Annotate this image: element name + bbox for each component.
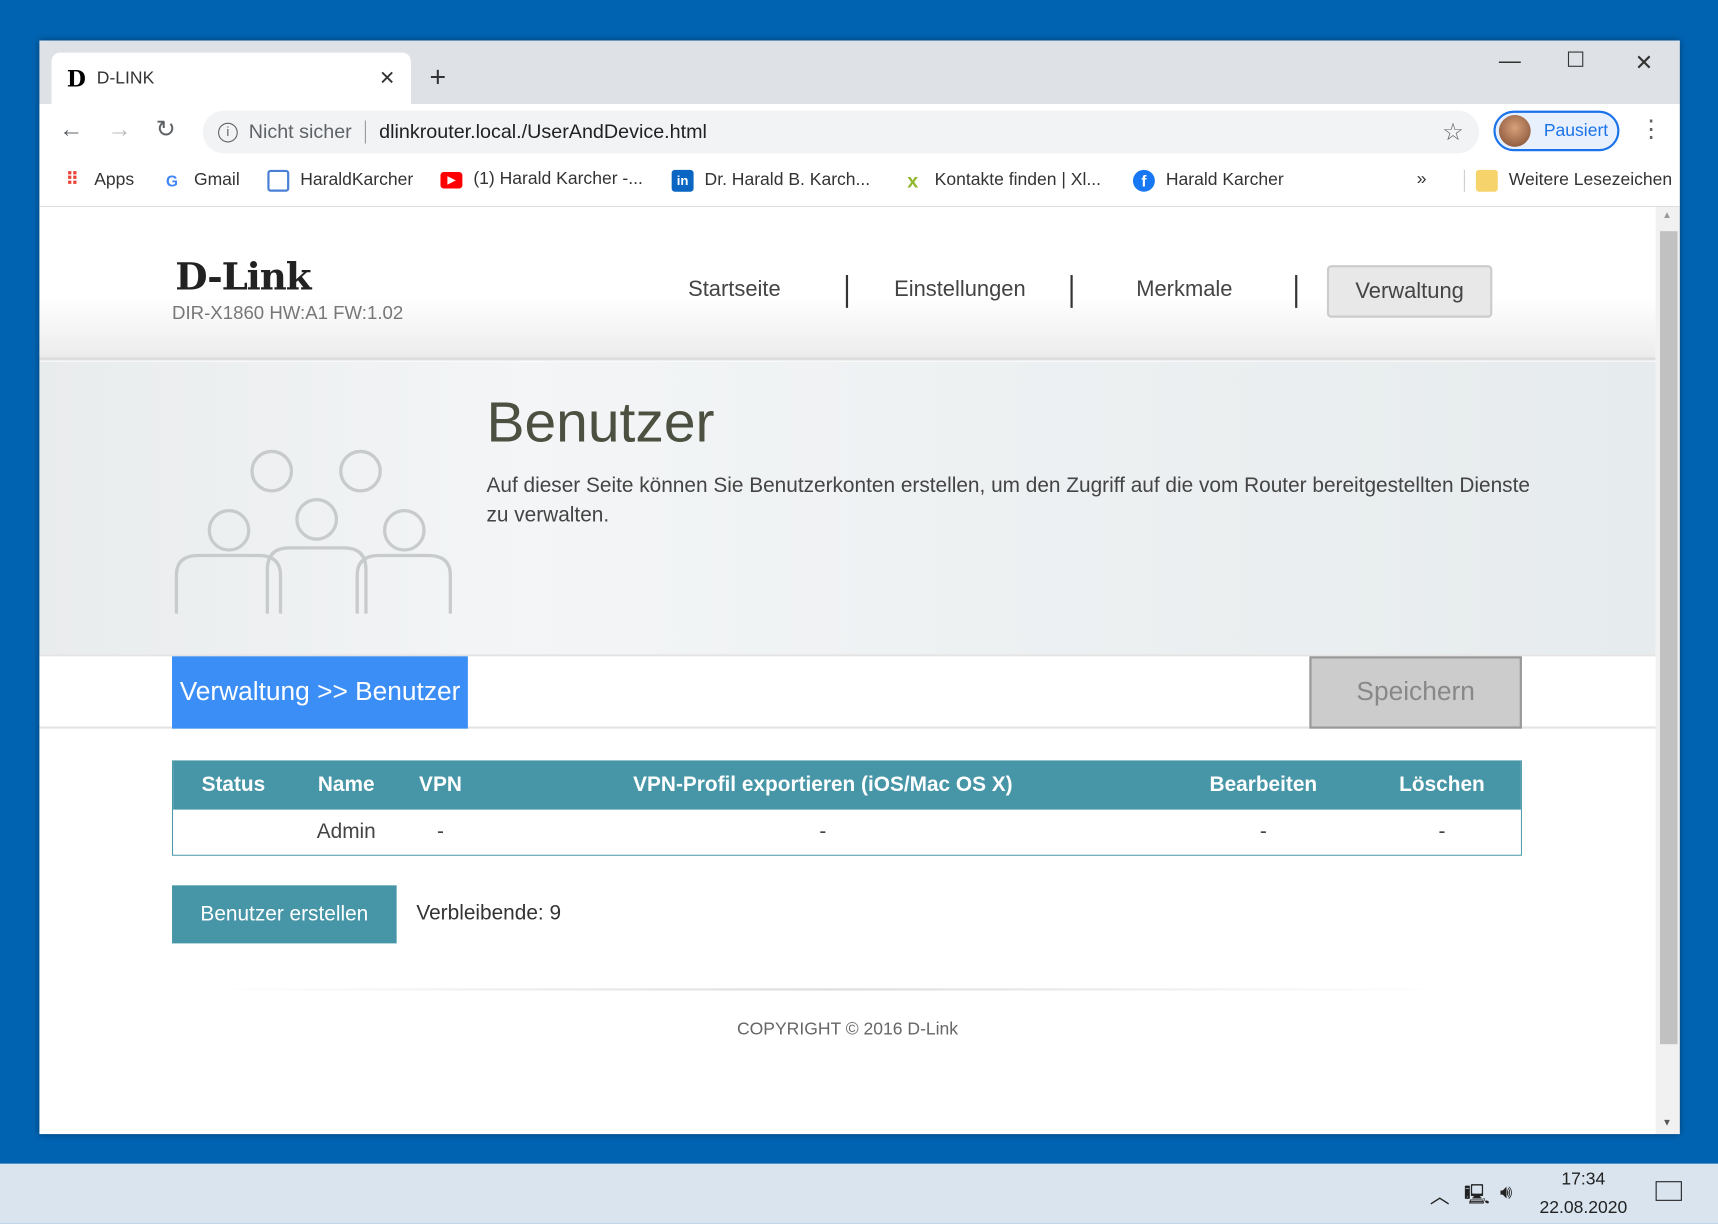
reload-icon[interactable]: ↻	[156, 115, 176, 143]
menu-icon[interactable]: ⋮	[1639, 115, 1663, 143]
nav-startseite[interactable]: Startseite	[688, 277, 781, 302]
cell-delete: -	[1438, 820, 1446, 844]
linkedin-icon: in	[671, 169, 694, 192]
users-illustration-icon	[174, 449, 452, 614]
google-icon: G	[166, 172, 178, 190]
folder-icon	[1475, 169, 1498, 192]
bookmark-youtube[interactable]: ▶ (1) Harald Karcher -...	[440, 169, 643, 190]
bookmark-gmail[interactable]: G Gmail	[161, 170, 240, 192]
bookmark-haraldkarcher[interactable]: HaraldKarcher	[267, 169, 414, 192]
bookmarks-bar: ⠿ Apps G Gmail HaraldKarcher ▶ (1) Harald K…	[39, 156, 1680, 208]
site-icon	[267, 169, 290, 192]
bookmark-label: HaraldKarcher	[300, 170, 414, 190]
router-header: D-Link DIR-X1860 HW:A1 FW:1.02 Startseit…	[39, 207, 1656, 361]
tab-strip: D D-LINK ✕ + — ✕	[39, 40, 1680, 105]
col-vpn-export: VPN-Profil exportieren (iOS/Mac OS X)	[633, 773, 1013, 797]
bookmark-label: Apps	[94, 170, 135, 190]
cell-edit: -	[1259, 820, 1267, 844]
nav-merkmale[interactable]: Merkmale	[1136, 277, 1232, 302]
bookmark-label: Weitere Lesezeichen	[1508, 170, 1673, 190]
close-tab-icon[interactable]: ✕	[379, 67, 396, 90]
cell-name: Admin	[316, 820, 376, 844]
hero-section: Benutzer Auf dieser Seite können Sie Ben…	[39, 361, 1656, 655]
nav-divider	[1070, 275, 1073, 308]
close-window-icon[interactable]: ✕	[1635, 49, 1653, 76]
bookmark-label: (1) Harald Karcher -...	[473, 169, 643, 189]
scroll-down-icon[interactable]: ▼	[1662, 1117, 1672, 1128]
url-text[interactable]: dlinkrouter.local./UserAndDevice.html	[379, 121, 707, 144]
address-bar[interactable]: i Nicht sicher dlinkrouter.local./UserAn…	[202, 110, 1480, 154]
volume-icon[interactable]: 🔊︎	[1500, 1181, 1512, 1204]
bookmark-linkedin[interactable]: in Dr. Harald B. Karch...	[671, 169, 871, 192]
maximize-icon[interactable]	[1567, 51, 1584, 67]
tray-chevron-icon[interactable]: ︿	[1430, 1181, 1450, 1209]
youtube-icon: ▶	[440, 171, 463, 188]
dlink-logo: D-Link	[175, 255, 311, 300]
back-icon[interactable]: ←	[59, 115, 83, 143]
other-bookmarks[interactable]: Weitere Lesezeichen	[1463, 169, 1673, 192]
notifications-icon[interactable]	[1655, 1181, 1682, 1201]
clock-date[interactable]: 22.08.2020	[1539, 1199, 1627, 1219]
network-icon[interactable]: 🖳	[1464, 1181, 1490, 1214]
table-row: Admin - - - -	[173, 809, 1521, 855]
browser-window: D D-LINK ✕ + — ✕ ← → ↻ i Nicht sicher dl…	[39, 40, 1680, 1135]
forward-icon[interactable]: →	[107, 115, 131, 143]
toolbar: ← → ↻ i Nicht sicher dlinkrouter.local./…	[39, 104, 1680, 157]
profile-button[interactable]: Pausiert	[1493, 110, 1620, 152]
bookmark-label: Harald Karcher	[1165, 170, 1284, 190]
footer-divider	[203, 988, 1453, 991]
breadcrumb: Verwaltung >> Benutzer	[172, 656, 468, 729]
create-user-button[interactable]: Benutzer erstellen	[172, 885, 397, 944]
nav-verwaltung[interactable]: Verwaltung	[1326, 265, 1493, 318]
bookmark-xing[interactable]: x Kontakte finden | Xl...	[902, 170, 1101, 192]
save-button[interactable]: Speichern	[1309, 656, 1522, 729]
scrollbar-thumb[interactable]	[1659, 231, 1678, 1045]
router-page: D-Link DIR-X1860 HW:A1 FW:1.02 Startseit…	[39, 207, 1656, 1135]
apps-grid-icon: ⠿	[65, 170, 79, 190]
taskbar: ︿ 🖳 🔊︎ 17:34 22.08.2020	[0, 1163, 1718, 1224]
col-edit: Bearbeiten	[1209, 773, 1318, 797]
avatar	[1498, 115, 1531, 147]
col-delete: Löschen	[1399, 773, 1485, 797]
bookmark-apps[interactable]: ⠿ Apps	[61, 170, 134, 192]
security-label: Nicht sicher	[249, 120, 366, 144]
xing-icon: x	[907, 169, 919, 192]
col-name: Name	[317, 773, 375, 797]
users-table: Status Name VPN VPN-Profil exportieren (…	[172, 760, 1522, 856]
minimize-icon[interactable]: —	[1499, 49, 1521, 74]
bookmarks-overflow-button[interactable]: »	[1417, 170, 1427, 190]
page-description: Auf dieser Seite können Sie Benutzerkont…	[486, 474, 1530, 528]
bookmark-facebook[interactable]: f Harald Karcher	[1132, 169, 1284, 192]
tab-dlink[interactable]: D D-LINK ✕	[51, 52, 411, 105]
profile-label: Pausiert	[1543, 121, 1609, 140]
scrollbar[interactable]: ▲ ▼	[1655, 207, 1680, 1135]
tab-title: D-LINK	[96, 68, 155, 88]
model-info: DIR-X1860 HW:A1 FW:1.02	[172, 302, 404, 324]
bookmark-label: Gmail	[193, 170, 240, 190]
bookmark-label: Dr. Harald B. Karch...	[704, 170, 871, 190]
nav-divider	[1295, 275, 1298, 308]
remaining-count: Verbleibende: 9	[416, 901, 562, 925]
page-title: Benutzer	[486, 391, 715, 455]
facebook-icon: f	[1132, 169, 1155, 192]
new-tab-button[interactable]: +	[430, 60, 447, 94]
scroll-up-icon[interactable]: ▲	[1662, 209, 1672, 220]
nav-einstellungen[interactable]: Einstellungen	[894, 277, 1026, 302]
cell-vpn-export: -	[819, 820, 827, 844]
col-vpn: VPN	[419, 773, 462, 797]
clock-time[interactable]: 17:34	[1561, 1170, 1605, 1190]
cell-vpn: -	[437, 820, 444, 844]
dlink-favicon-icon: D	[66, 65, 86, 92]
bookmark-star-icon[interactable]: ☆	[1442, 118, 1464, 146]
copyright: COPYRIGHT © 2016 D-Link	[736, 1020, 959, 1039]
table-header: Status Name VPN VPN-Profil exportieren (…	[173, 761, 1521, 810]
nav-divider	[845, 275, 849, 308]
col-status: Status	[201, 773, 266, 797]
breadcrumb-bar: Verwaltung >> Benutzer Speichern	[39, 654, 1656, 729]
bookmark-label: Kontakte finden | Xl...	[934, 170, 1101, 190]
info-icon[interactable]: i	[218, 122, 238, 142]
